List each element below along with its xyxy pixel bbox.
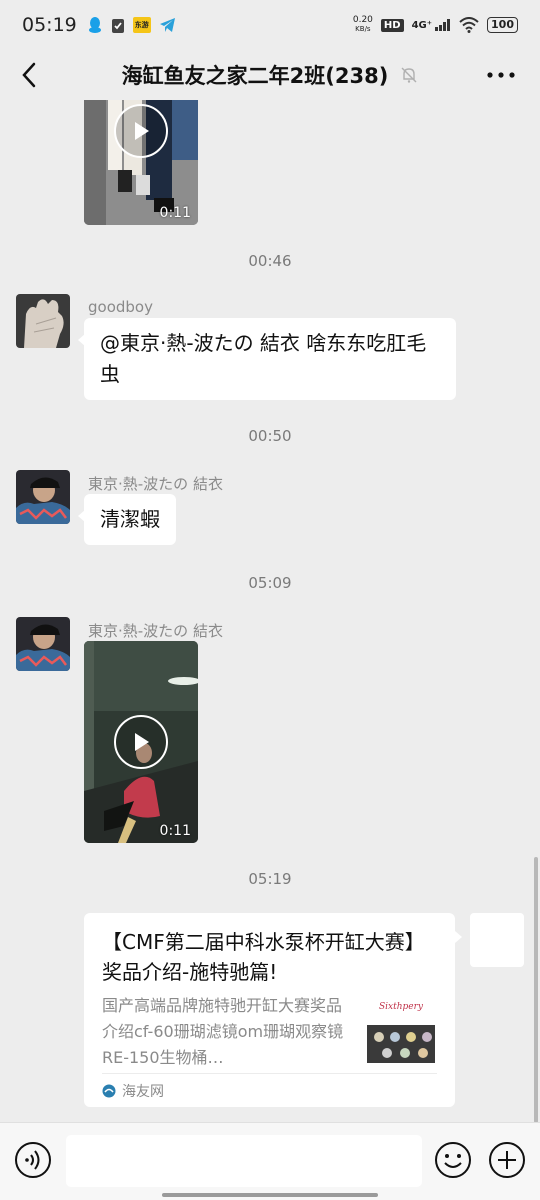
more-functions-button[interactable] [488,1141,526,1179]
message-text: @東京·熱-波たの 結衣 啥东东吃肛毛虫 [100,331,427,386]
network-speed-value: 0.20 [352,15,373,25]
mute-bell-icon [400,66,418,84]
link-share-card[interactable]: 【CMF第二届中科水泵杯开缸大赛】奖品介绍-施特驰篇! 国产高端品牌施特驰开缸大… [84,913,462,1107]
voice-icon [15,1142,51,1178]
avatar-yui[interactable] [16,470,70,524]
link-card-description: 国产高端品牌施特驰开缸大赛奖品介绍cf-60珊瑚滤镜om珊瑚观察镜RE-150生… [102,996,344,1067]
message-text-input[interactable] [66,1135,422,1187]
play-icon [135,122,149,140]
more-dots-icon [487,72,515,78]
text-message-bubble[interactable]: 清潔蝦 [78,494,176,545]
sender-name: goodboy [88,298,153,316]
timestamp: 05:19 [248,870,292,888]
avatar-yui[interactable] [16,617,70,671]
network-type: 4G⁺ [411,20,433,31]
message-text: 清潔蝦 [100,507,160,531]
link-card-source: 海友网 [102,1073,437,1107]
qq-icon [87,16,103,34]
timestamp: 00:46 [248,252,292,270]
chat-header: 海缸鱼友之家二年2班(238) [0,50,540,100]
status-bar: 05:19 东游 0.20 KB/s HD 4G⁺ 100 [0,0,540,50]
emoji-smile-icon [435,1142,471,1178]
link-card-title: 【CMF第二届中科水泵杯开缸大赛】奖品介绍-施特驰篇! [102,930,425,984]
play-icon [135,733,149,751]
network-speed: 0.20 KB/s [353,16,373,34]
back-button[interactable] [14,60,44,90]
timestamp: 00:50 [248,427,292,445]
avatar-goodboy[interactable] [16,294,70,348]
source-logo-icon [102,1084,116,1098]
video-message[interactable]: 0:11 [84,100,198,225]
sender-name: 東京·熱-波たの 結衣 [88,622,223,640]
app-badge-icon: 东游 [132,17,151,33]
my-avatar[interactable] [470,913,524,967]
thumb-brand-text: Sixthpery [379,1002,424,1012]
text-message-bubble[interactable]: @東京·熱-波たの 結衣 啥东东吃肛毛虫 [78,318,456,400]
video-duration: 0:11 [159,205,191,221]
voice-input-button[interactable] [14,1141,52,1179]
play-button[interactable] [114,715,168,769]
chat-title: 海缸鱼友之家二年2班(238) [121,64,389,88]
message-input-bar [0,1122,540,1200]
telegram-icon [159,17,176,33]
emoji-button[interactable] [434,1141,472,1179]
battery-indicator: 100 [487,17,518,33]
home-indicator[interactable] [162,1193,378,1197]
app-badge-label: 东游 [134,21,149,29]
plus-icon [489,1142,525,1178]
link-card-thumbnail: Sixthpery [365,995,437,1067]
chat-scrollbar[interactable] [534,857,538,1122]
signal-icon: 4G⁺ [412,19,451,31]
video-duration: 0:11 [159,823,191,839]
sender-name: 東京·熱-波たの 結衣 [88,475,223,493]
timestamp: 05:09 [248,574,292,592]
chevron-left-icon [22,62,36,88]
chat-message-list[interactable]: 0:11 00:46 goodboy @東京·熱-波たの 結衣 啥东东吃肛毛虫 … [0,100,540,1122]
network-speed-unit: KB/s [355,25,371,33]
status-time: 05:19 [22,14,77,36]
source-name: 海友网 [122,1083,164,1100]
hd-badge: HD [380,18,404,32]
more-options-button[interactable] [484,62,518,88]
wifi-icon [459,17,479,33]
video-message[interactable]: 0:11 [84,641,198,843]
play-button[interactable] [114,104,168,158]
clipboard-icon [111,17,125,34]
